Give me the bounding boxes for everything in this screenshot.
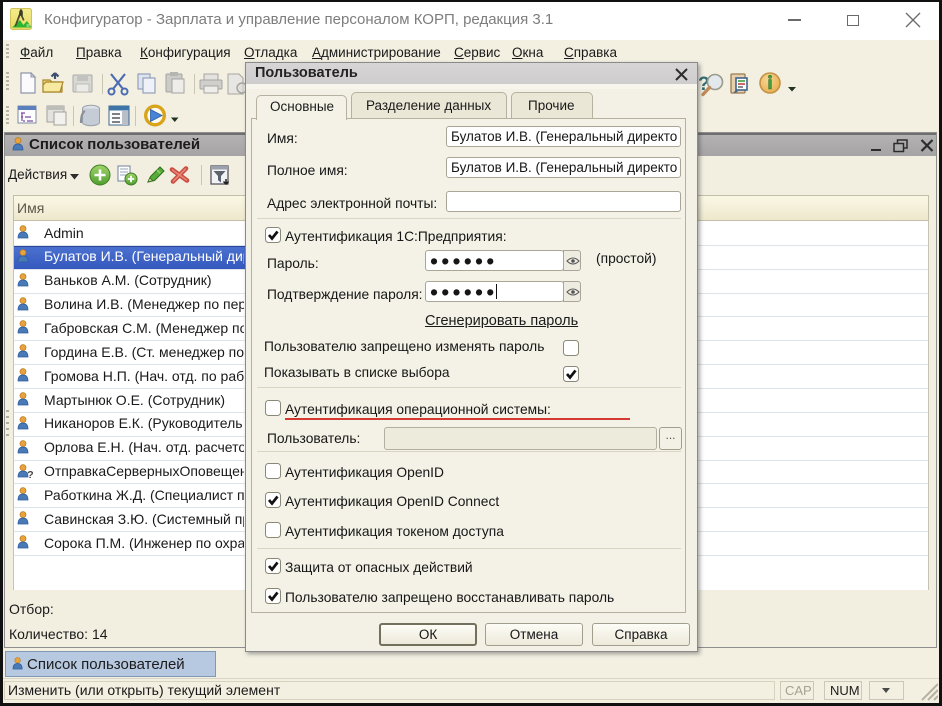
svg-text:?: ?	[27, 469, 33, 478]
